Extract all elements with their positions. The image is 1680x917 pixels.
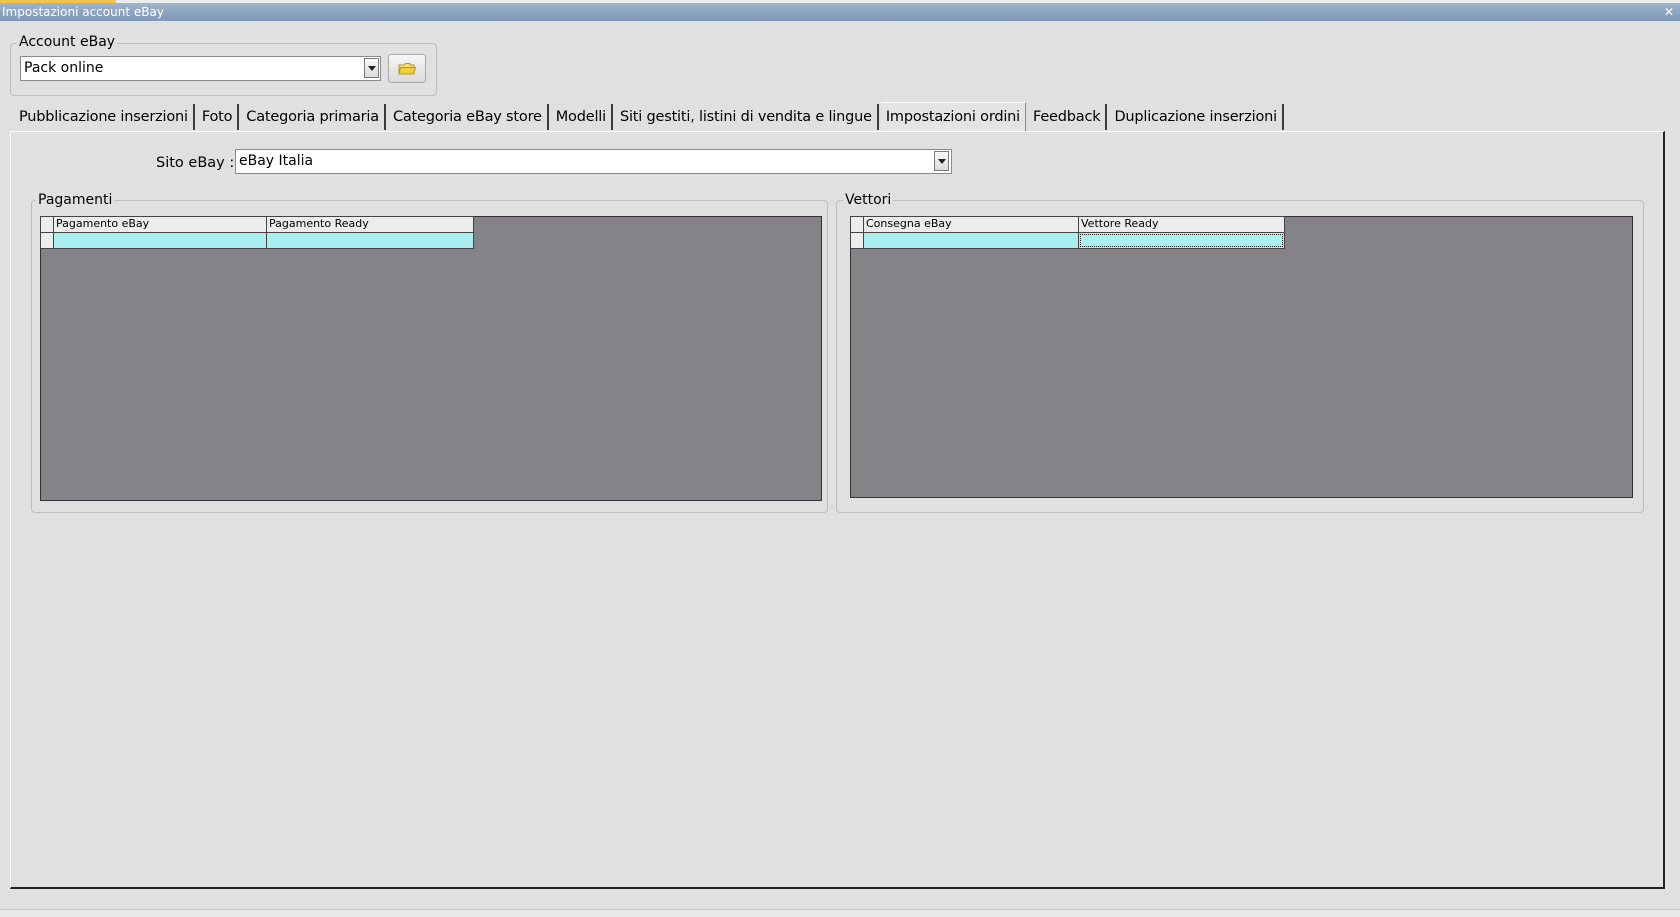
account-dropdown-button[interactable]: [364, 58, 379, 78]
payments-cell-ebay[interactable]: [53, 232, 267, 249]
tab-categoria-primaria[interactable]: Categoria primaria: [241, 104, 386, 130]
tab-duplicazione-inserzioni[interactable]: Duplicazione inserzioni: [1109, 104, 1284, 130]
carriers-cell-ebay[interactable]: [863, 232, 1079, 249]
payments-row-indicator[interactable]: [40, 232, 54, 249]
tab-foto[interactable]: Foto: [197, 104, 240, 130]
open-account-button[interactable]: [388, 54, 426, 83]
chevron-down-icon: [367, 65, 376, 71]
site-select[interactable]: eBay Italia: [235, 149, 952, 174]
carriers-grid[interactable]: [850, 216, 1633, 498]
tab-modelli[interactable]: Modelli: [551, 104, 613, 130]
tab-impostazioni-ordini[interactable]: Impostazioni ordini: [880, 102, 1026, 131]
tab-bar: Pubblicazione inserzioni Foto Categoria …: [14, 102, 1286, 132]
carriers-col-header-ready[interactable]: Vettore Ready: [1078, 216, 1285, 233]
payments-grid[interactable]: [40, 216, 822, 501]
payments-group-label: Pagamenti: [36, 192, 115, 208]
payments-grid-corner: [40, 216, 54, 233]
site-dropdown-button[interactable]: [934, 151, 949, 171]
carriers-cell-ready[interactable]: [1078, 232, 1285, 249]
payments-cell-ready[interactable]: [266, 232, 474, 249]
tab-categoria-ebay-store[interactable]: Categoria eBay store: [388, 104, 549, 130]
payments-col-header-ready[interactable]: Pagamento Ready: [266, 216, 474, 233]
window-title-bar: Impostazioni account eBay: [0, 3, 1680, 21]
carriers-grid-corner: [850, 216, 864, 233]
window-title: Impostazioni account eBay: [2, 5, 164, 19]
status-bar: [0, 909, 1680, 917]
payments-col-header-ebay[interactable]: Pagamento eBay: [53, 216, 267, 233]
carriers-col-header-ebay[interactable]: Consegna eBay: [863, 216, 1079, 233]
carriers-row-indicator[interactable]: [850, 232, 864, 249]
carriers-group-label: Vettori: [843, 192, 894, 208]
tab-pubblicazione-inserzioni[interactable]: Pubblicazione inserzioni: [14, 104, 195, 130]
tab-feedback[interactable]: Feedback: [1028, 104, 1108, 130]
tab-siti-gestiti[interactable]: Siti gestiti, listini di vendita e lingu…: [615, 104, 879, 130]
account-select[interactable]: Pack online: [20, 56, 381, 81]
folder-icon: [398, 62, 416, 74]
account-select-value: Pack online: [24, 60, 104, 76]
account-group-label: Account eBay: [17, 34, 118, 50]
site-label: Sito eBay :: [156, 155, 235, 171]
chevron-down-icon: [937, 158, 946, 164]
close-icon[interactable]: ✕: [1662, 3, 1676, 21]
site-select-value: eBay Italia: [239, 153, 314, 169]
